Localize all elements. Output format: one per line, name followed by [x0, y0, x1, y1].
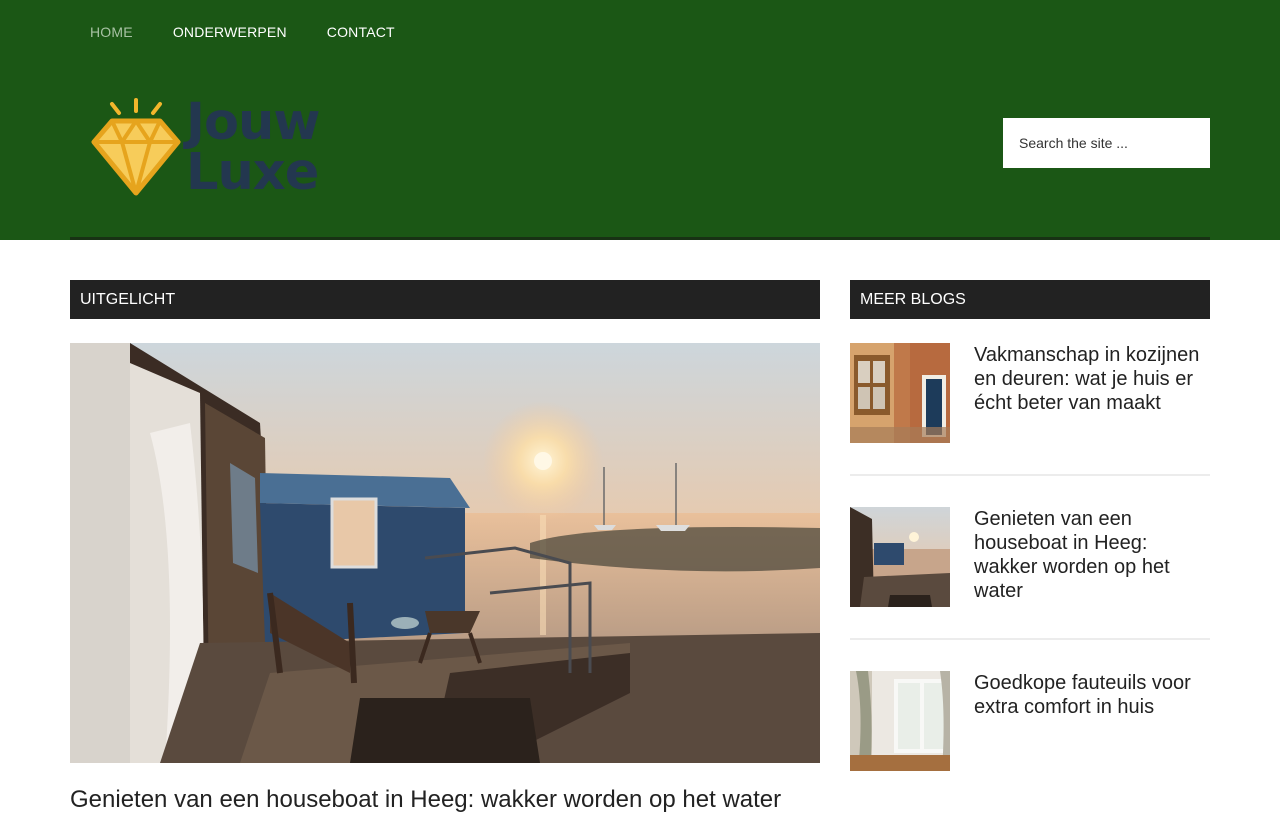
post-title[interactable]: Genieten van een houseboat in Heeg: wakk…: [974, 507, 1214, 603]
post-title[interactable]: Vakmanschap in kozijnen en deuren: wat j…: [974, 343, 1214, 415]
post-thumbnail[interactable]: [850, 671, 950, 771]
list-item: Goedkope fauteuils voor extra comfort in…: [850, 671, 1210, 771]
logo-line-2: Luxe: [186, 143, 319, 202]
nav-item-home[interactable]: HOME: [70, 24, 153, 40]
logo-line-1: Jouw: [186, 93, 320, 152]
divider: [850, 474, 1210, 476]
header-divider: [70, 237, 1210, 240]
site-logo[interactable]: Jouw Luxe: [90, 92, 360, 204]
search-input[interactable]: [1003, 118, 1210, 168]
list-item: Vakmanschap in kozijnen en deuren: wat j…: [850, 343, 1210, 443]
site-header: HOME ONDERWERPEN CONTACT Jouw Luxe: [0, 0, 1280, 240]
post-title[interactable]: Goedkope fauteuils voor extra comfort in…: [974, 671, 1214, 719]
nav-item-onderwerpen[interactable]: ONDERWERPEN: [153, 24, 307, 40]
featured-section: UITGELICHT Genieten van een houseboat in…: [70, 280, 820, 813]
sidebar: MEER BLOGS Vakmanschap in kozijnen en de…: [850, 280, 1210, 771]
diamond-icon: [91, 98, 181, 196]
post-thumbnail[interactable]: [850, 507, 950, 607]
featured-image[interactable]: [70, 343, 820, 763]
list-item: Genieten van een houseboat in Heeg: wakk…: [850, 507, 1210, 607]
featured-heading: UITGELICHT: [70, 280, 820, 319]
sidebar-heading: MEER BLOGS: [850, 280, 1210, 319]
logo-wordmark: Jouw Luxe: [186, 93, 320, 202]
post-thumbnail[interactable]: [850, 343, 950, 443]
main-nav: HOME ONDERWERPEN CONTACT: [70, 0, 415, 64]
featured-title[interactable]: Genieten van een houseboat in Heeg: wakk…: [70, 785, 830, 815]
divider: [850, 638, 1210, 640]
nav-item-contact[interactable]: CONTACT: [307, 24, 415, 40]
